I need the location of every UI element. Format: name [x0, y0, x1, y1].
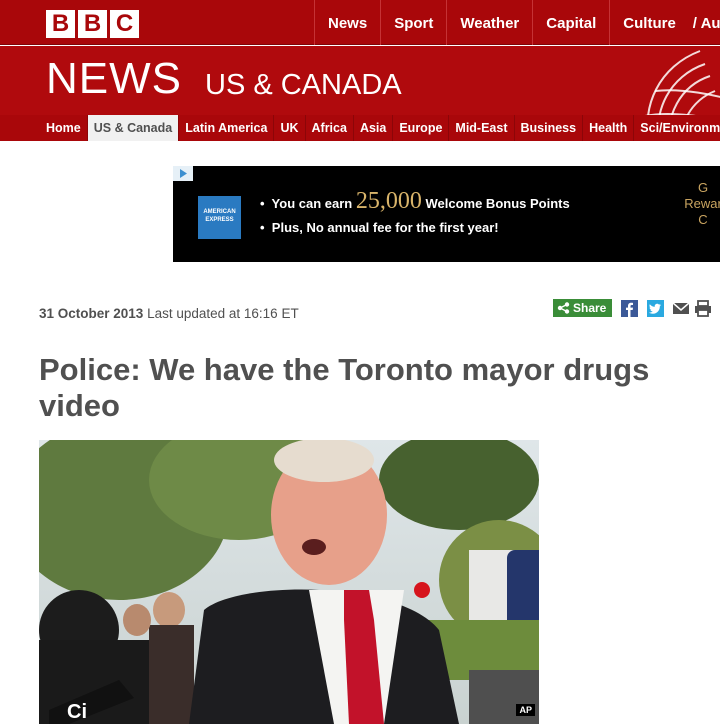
top-nav-weather[interactable]: Weather — [446, 0, 532, 45]
section-nav-uk[interactable]: UK — [274, 115, 306, 141]
amex-logo: AMERICAN EXPRESS — [198, 196, 241, 239]
share-label: Share — [573, 301, 607, 315]
top-nav-capital[interactable]: Capital — [532, 0, 609, 45]
section-nav-business[interactable]: Business — [515, 115, 584, 141]
email-icon[interactable] — [672, 300, 690, 317]
article-headline: Police: We have the Toronto mayor drugs … — [39, 352, 650, 423]
logo-letter-b1: B — [46, 10, 75, 38]
advertisement-banner[interactable]: AMERICAN EXPRESS • You can earn 25,000 W… — [173, 166, 720, 262]
ad-right-line-3: C — [698, 212, 708, 227]
ad-line-1-post: Welcome Bonus Points — [425, 196, 570, 211]
section-nav-sci-environment[interactable]: Sci/Environment — [634, 115, 720, 141]
section-nav-home[interactable]: Home — [40, 115, 88, 141]
article-date: 31 October 2013 — [39, 306, 144, 321]
top-nav: News Sport Weather Capital Culture / Aut… — [314, 0, 720, 45]
ad-line-1: • You can earn 25,000 Welcome Bonus Poin… — [260, 188, 570, 214]
top-nav-culture[interactable]: Culture — [609, 0, 689, 45]
photo-credit: AP — [516, 704, 535, 716]
top-nav-autos[interactable]: / Autos — [689, 0, 720, 45]
ad-line-2: • Plus, No annual fee for the first year… — [260, 220, 499, 235]
top-nav-sport[interactable]: Sport — [380, 0, 446, 45]
logo-letter-b2: B — [78, 10, 107, 38]
share-button[interactable]: Share — [553, 299, 612, 317]
section-nav-latin-america[interactable]: Latin America — [179, 115, 275, 141]
ad-points-value: 25,000 — [355, 188, 422, 214]
article-photo: Ci AP — [39, 440, 539, 724]
globe-graphic-icon — [644, 50, 720, 115]
section-nav-asia[interactable]: Asia — [354, 115, 394, 141]
section-nav-health[interactable]: Health — [583, 115, 635, 141]
bbc-logo[interactable]: B B C — [46, 10, 139, 38]
section-nav-europe[interactable]: Europe — [393, 115, 450, 141]
top-nav-news[interactable]: News — [314, 0, 380, 45]
ad-right-line-1: G — [697, 180, 709, 195]
twitter-icon[interactable] — [647, 300, 664, 317]
ad-right-line-2: Rewar — [684, 196, 720, 211]
top-bar: B B C News Sport Weather Capital Culture… — [0, 0, 720, 45]
facebook-icon[interactable] — [621, 300, 638, 317]
section-nav-mid-east[interactable]: Mid-East — [449, 115, 515, 141]
news-title[interactable]: NEWS — [46, 54, 182, 104]
dateline: 31 October 2013 Last updated at 16:16 ET — [39, 306, 299, 321]
ad-line-2-text: Plus, No annual fee for the first year! — [271, 220, 499, 235]
section-nav-africa[interactable]: Africa — [306, 115, 354, 141]
section-nav: Home US & Canada Latin America UK Africa… — [0, 115, 720, 141]
article-updated: Last updated at 16:16 ET — [147, 306, 299, 321]
svg-text:Ci: Ci — [67, 701, 87, 723]
ad-choices-icon[interactable] — [173, 166, 193, 181]
logo-letter-c: C — [110, 10, 139, 38]
ad-right-text: G Rewar C — [673, 180, 720, 228]
section-nav-us-canada[interactable]: US & Canada — [87, 115, 180, 141]
share-icon — [557, 302, 570, 314]
ad-line-1-pre: You can earn — [271, 196, 353, 211]
photo-scene: Ci — [39, 440, 539, 724]
region-title[interactable]: US & CANADA — [205, 69, 402, 102]
masthead: NEWS US & CANADA — [0, 46, 720, 115]
print-icon[interactable] — [694, 300, 712, 317]
amex-logo-text: AMERICAN EXPRESS — [203, 209, 236, 223]
